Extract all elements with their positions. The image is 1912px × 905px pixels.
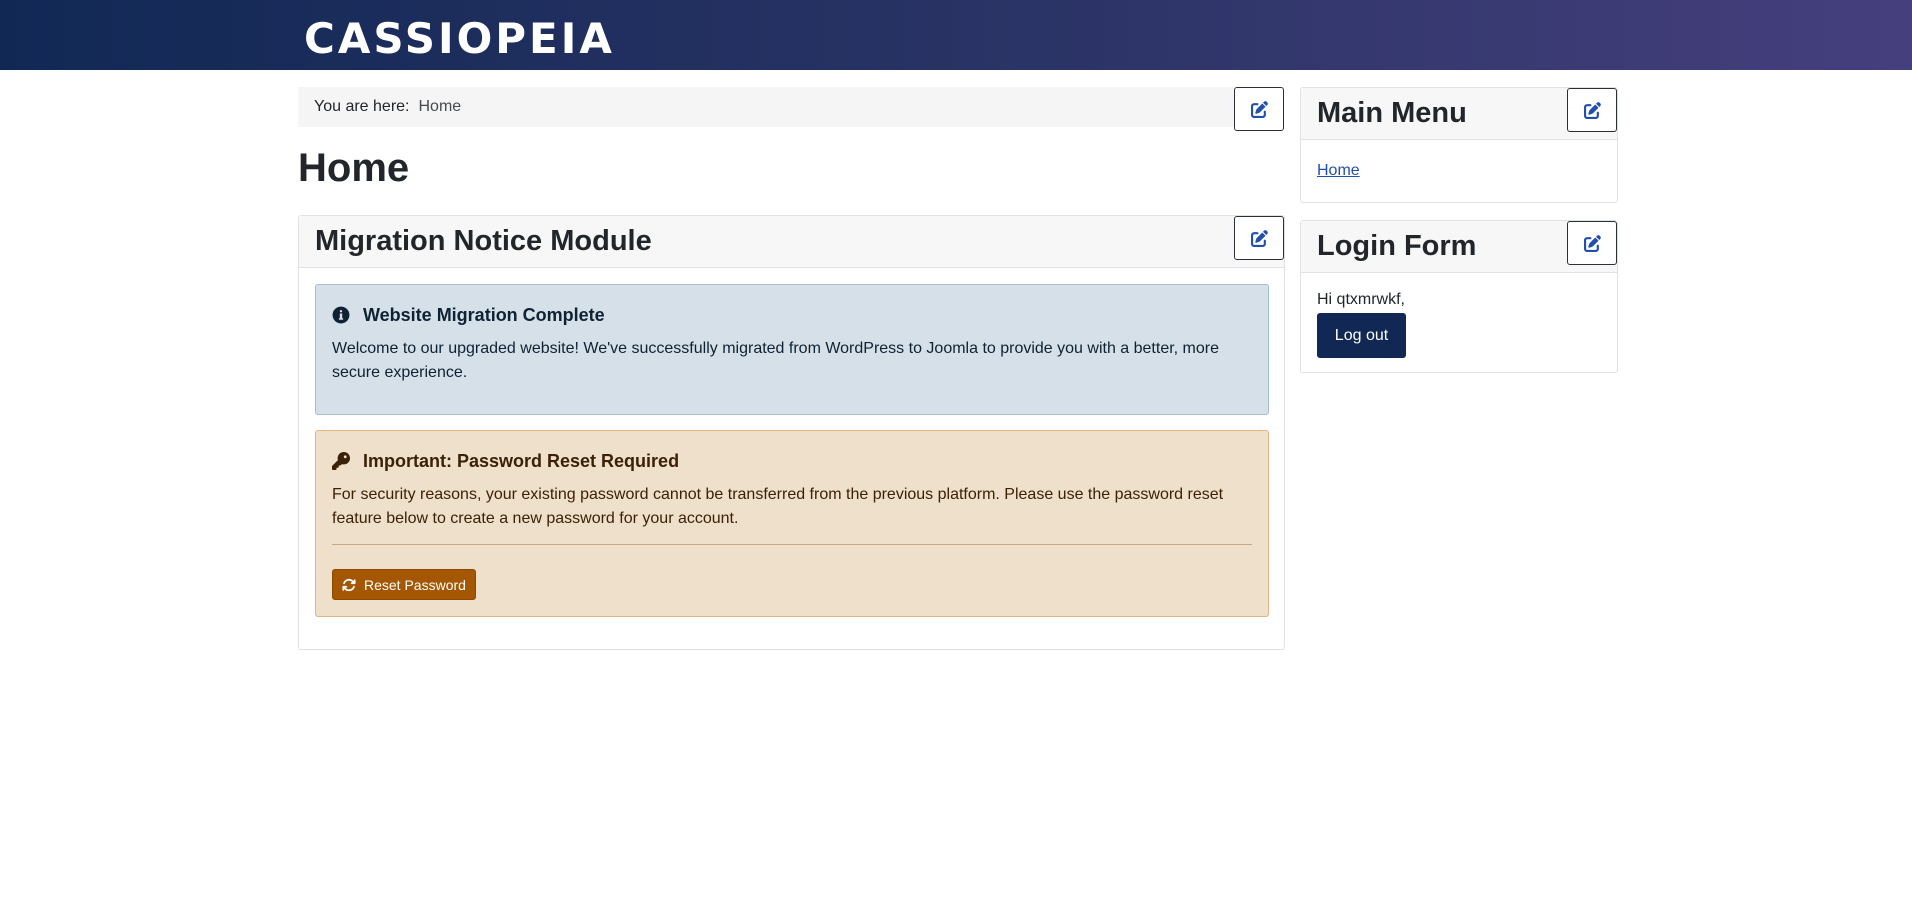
edit-icon <box>1250 100 1268 118</box>
edit-main-menu-button[interactable] <box>1567 88 1617 132</box>
reset-password-label: Reset Password <box>364 576 466 593</box>
site-brand-logo[interactable]: CASSIOPEIA <box>304 14 615 64</box>
migration-notice-module: Migration Notice Module Website Migratio… <box>298 215 1285 650</box>
migration-complete-alert: Website Migration Complete Welcome to ou… <box>315 284 1269 415</box>
module-title: Login Form <box>1317 230 1477 262</box>
module-title: Migration Notice Module <box>315 225 652 257</box>
divider <box>332 544 1252 545</box>
breadcrumb-prefix: You are here: <box>314 98 410 115</box>
site-header: CASSIOPEIA <box>0 0 1912 70</box>
edit-login-form-button[interactable] <box>1567 221 1617 265</box>
sync-icon <box>342 578 356 591</box>
alert-title: Important: Password Reset Required <box>363 450 680 471</box>
menu-item-home[interactable]: Home <box>1317 162 1360 179</box>
reset-password-button[interactable]: Reset Password <box>332 569 476 600</box>
page-title: Home <box>298 146 410 190</box>
key-icon <box>332 452 350 470</box>
alert-title: Website Migration Complete <box>363 304 605 325</box>
edit-icon <box>1583 234 1601 252</box>
edit-migration-module-button[interactable] <box>1234 216 1284 260</box>
module-header: Migration Notice Module <box>299 216 1284 268</box>
password-reset-alert: Important: Password Reset Required For s… <box>315 430 1269 617</box>
alert-text: For security reasons, your existing pass… <box>332 486 1224 527</box>
edit-icon <box>1250 229 1268 247</box>
login-greeting: Hi qtxmrwkf, <box>1317 291 1405 308</box>
alert-text: Welcome to our upgraded website! We've s… <box>332 340 1220 381</box>
breadcrumb-item-home: Home <box>418 98 462 115</box>
edit-icon <box>1583 101 1601 119</box>
edit-breadcrumb-button[interactable] <box>1234 87 1284 131</box>
logout-button[interactable]: Log out <box>1317 313 1406 358</box>
module-title: Main Menu <box>1317 97 1467 129</box>
info-circle-icon <box>332 306 350 324</box>
breadcrumb: You are here: Home <box>298 87 1234 127</box>
